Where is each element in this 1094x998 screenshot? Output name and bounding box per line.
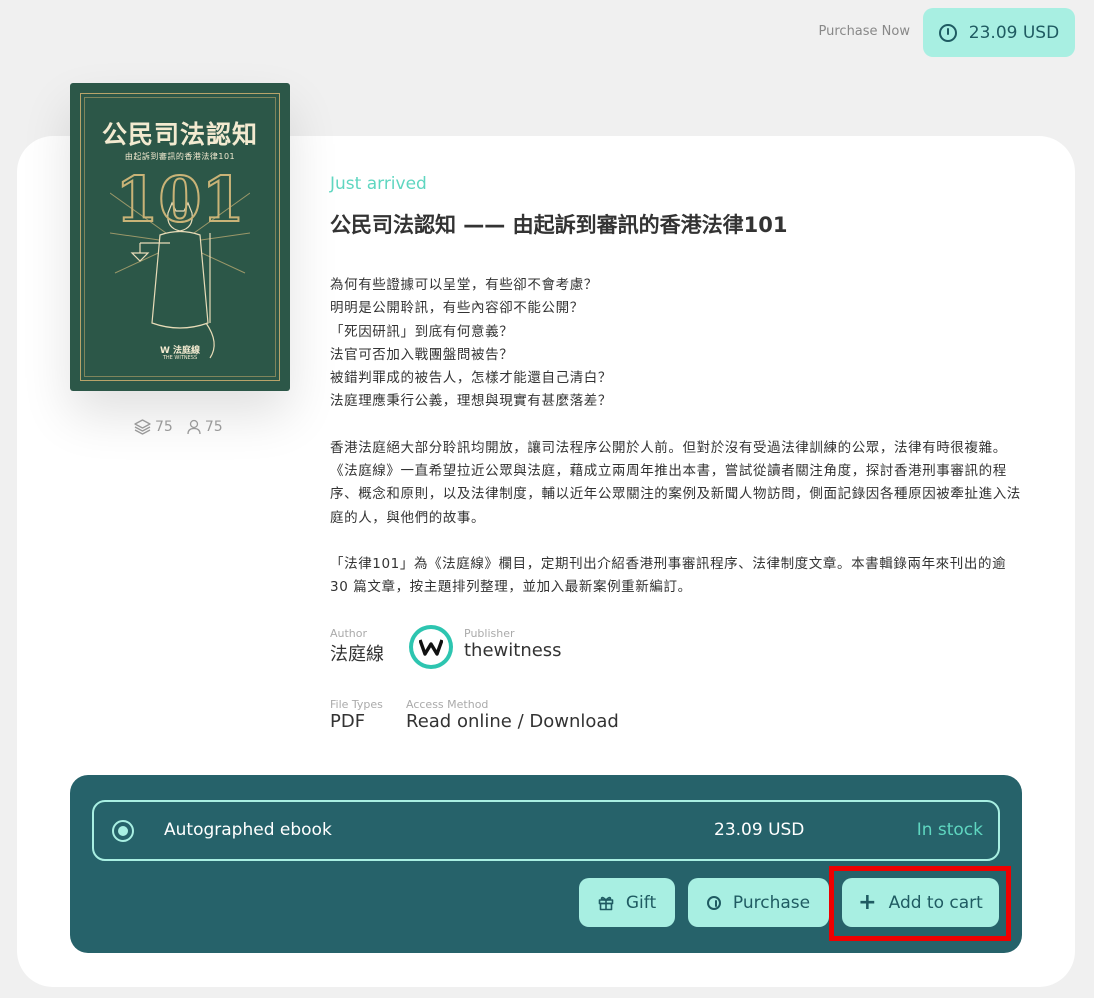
cover-number: 101	[114, 162, 245, 237]
edition-price: 23.09 USD	[714, 820, 805, 840]
access-method-label: Access Method	[406, 698, 489, 711]
book-description: 為何有些證據可以呈堂，有些卻不會考慮？ 明明是公開聆訊，有些內容卻不能公開？ 「…	[330, 274, 1024, 623]
gift-label: Gift	[625, 892, 657, 913]
layers-icon	[134, 419, 151, 435]
readers-count: 75	[204, 419, 223, 435]
publisher-info: Publisher thewitness	[464, 627, 562, 661]
cover-subtitle: 由起訴到審訊的香港法律101	[124, 152, 236, 161]
author-label: Author	[330, 627, 368, 640]
plus-icon: +	[858, 889, 877, 915]
purchase-button[interactable]: Purchase	[688, 878, 829, 927]
edition-name: Autographed ebook	[164, 820, 332, 840]
purchase-icon	[938, 23, 957, 42]
top-purchase-button[interactable]: 23.09 USD	[923, 8, 1075, 57]
description-questions: 為何有些證據可以呈堂，有些卻不會考慮？ 明明是公開聆訊，有些內容卻不能公開？ 「…	[330, 274, 1024, 414]
author-info: Author 法庭線	[330, 627, 384, 666]
gift-icon	[598, 896, 614, 910]
description-line: 被錯判罪成的被告人，怎樣才能還自己清白？	[330, 370, 612, 387]
purchase-icon	[706, 895, 721, 910]
purchase-now-label: Purchase Now	[818, 24, 910, 39]
publisher-name[interactable]: thewitness	[464, 640, 562, 661]
description-line: 為何有些證據可以呈堂，有些卻不會考慮？	[330, 277, 598, 293]
author-name[interactable]: 法庭線	[330, 640, 384, 666]
add-to-cart-button[interactable]: + Add to cart	[842, 878, 999, 927]
publisher-avatar[interactable]	[409, 625, 453, 669]
description-paragraph: 香港法庭絕大部分聆訊均開放，讓司法程序公開於人前。但對於沒有受過法律訓練的公眾，…	[330, 439, 1021, 526]
description-line: 明明是公開聆訊，有些內容卻不能公開？	[330, 300, 584, 317]
edition-option[interactable]: Autographed ebook 23.09 USD In stock	[92, 800, 1000, 861]
purchase-label: Purchase	[732, 892, 811, 913]
user-icon	[187, 419, 201, 435]
just-arrived-badge: Just arrived	[330, 174, 427, 194]
book-title: 公民司法認知 —— 由起訴到審訊的香港法律101	[330, 213, 788, 237]
file-types-info: File Types PDF	[330, 698, 383, 732]
description-line: 法庭理應秉行公義，理想與現實有甚麼落差？	[330, 393, 612, 410]
cover-publisher-logo-sub: THE WITNESS	[162, 355, 198, 361]
book-cover[interactable]: 公民司法認知 由起訴到審訊的香港法律101 101 W 法庭線 THE WITN…	[70, 83, 290, 391]
access-method-info: Access Method Read online / Download	[406, 698, 619, 732]
edition-radio[interactable]	[112, 820, 134, 842]
publisher-label: Publisher	[464, 627, 515, 640]
stock-status: In stock	[916, 820, 983, 840]
pages-stat: 75	[134, 419, 173, 435]
cover-title: 公民司法認知	[101, 120, 258, 149]
top-purchase-price: 23.09 USD	[968, 22, 1060, 43]
pages-count: 75	[155, 419, 173, 435]
add-to-cart-label: Add to cart	[888, 892, 983, 913]
file-types-value: PDF	[330, 711, 366, 732]
gift-button[interactable]: Gift	[579, 878, 675, 927]
publisher-avatar-inner	[413, 629, 449, 665]
description-paragraph: 「法律101」為《法庭線》欄目，定期刊出介紹香港刑事審訊程序、法律制度文章。本書…	[330, 555, 1007, 596]
description-line: 法官可否加入戰團盤問被告？	[330, 346, 514, 363]
readers-stat: 75	[187, 419, 223, 435]
book-stats: 75 75	[134, 419, 223, 435]
description-line: 「死因研訊」到底有何意義？	[330, 323, 514, 340]
access-method-value: Read online / Download	[406, 711, 619, 732]
file-types-label: File Types	[330, 698, 383, 711]
publisher-logo-icon	[419, 639, 443, 656]
